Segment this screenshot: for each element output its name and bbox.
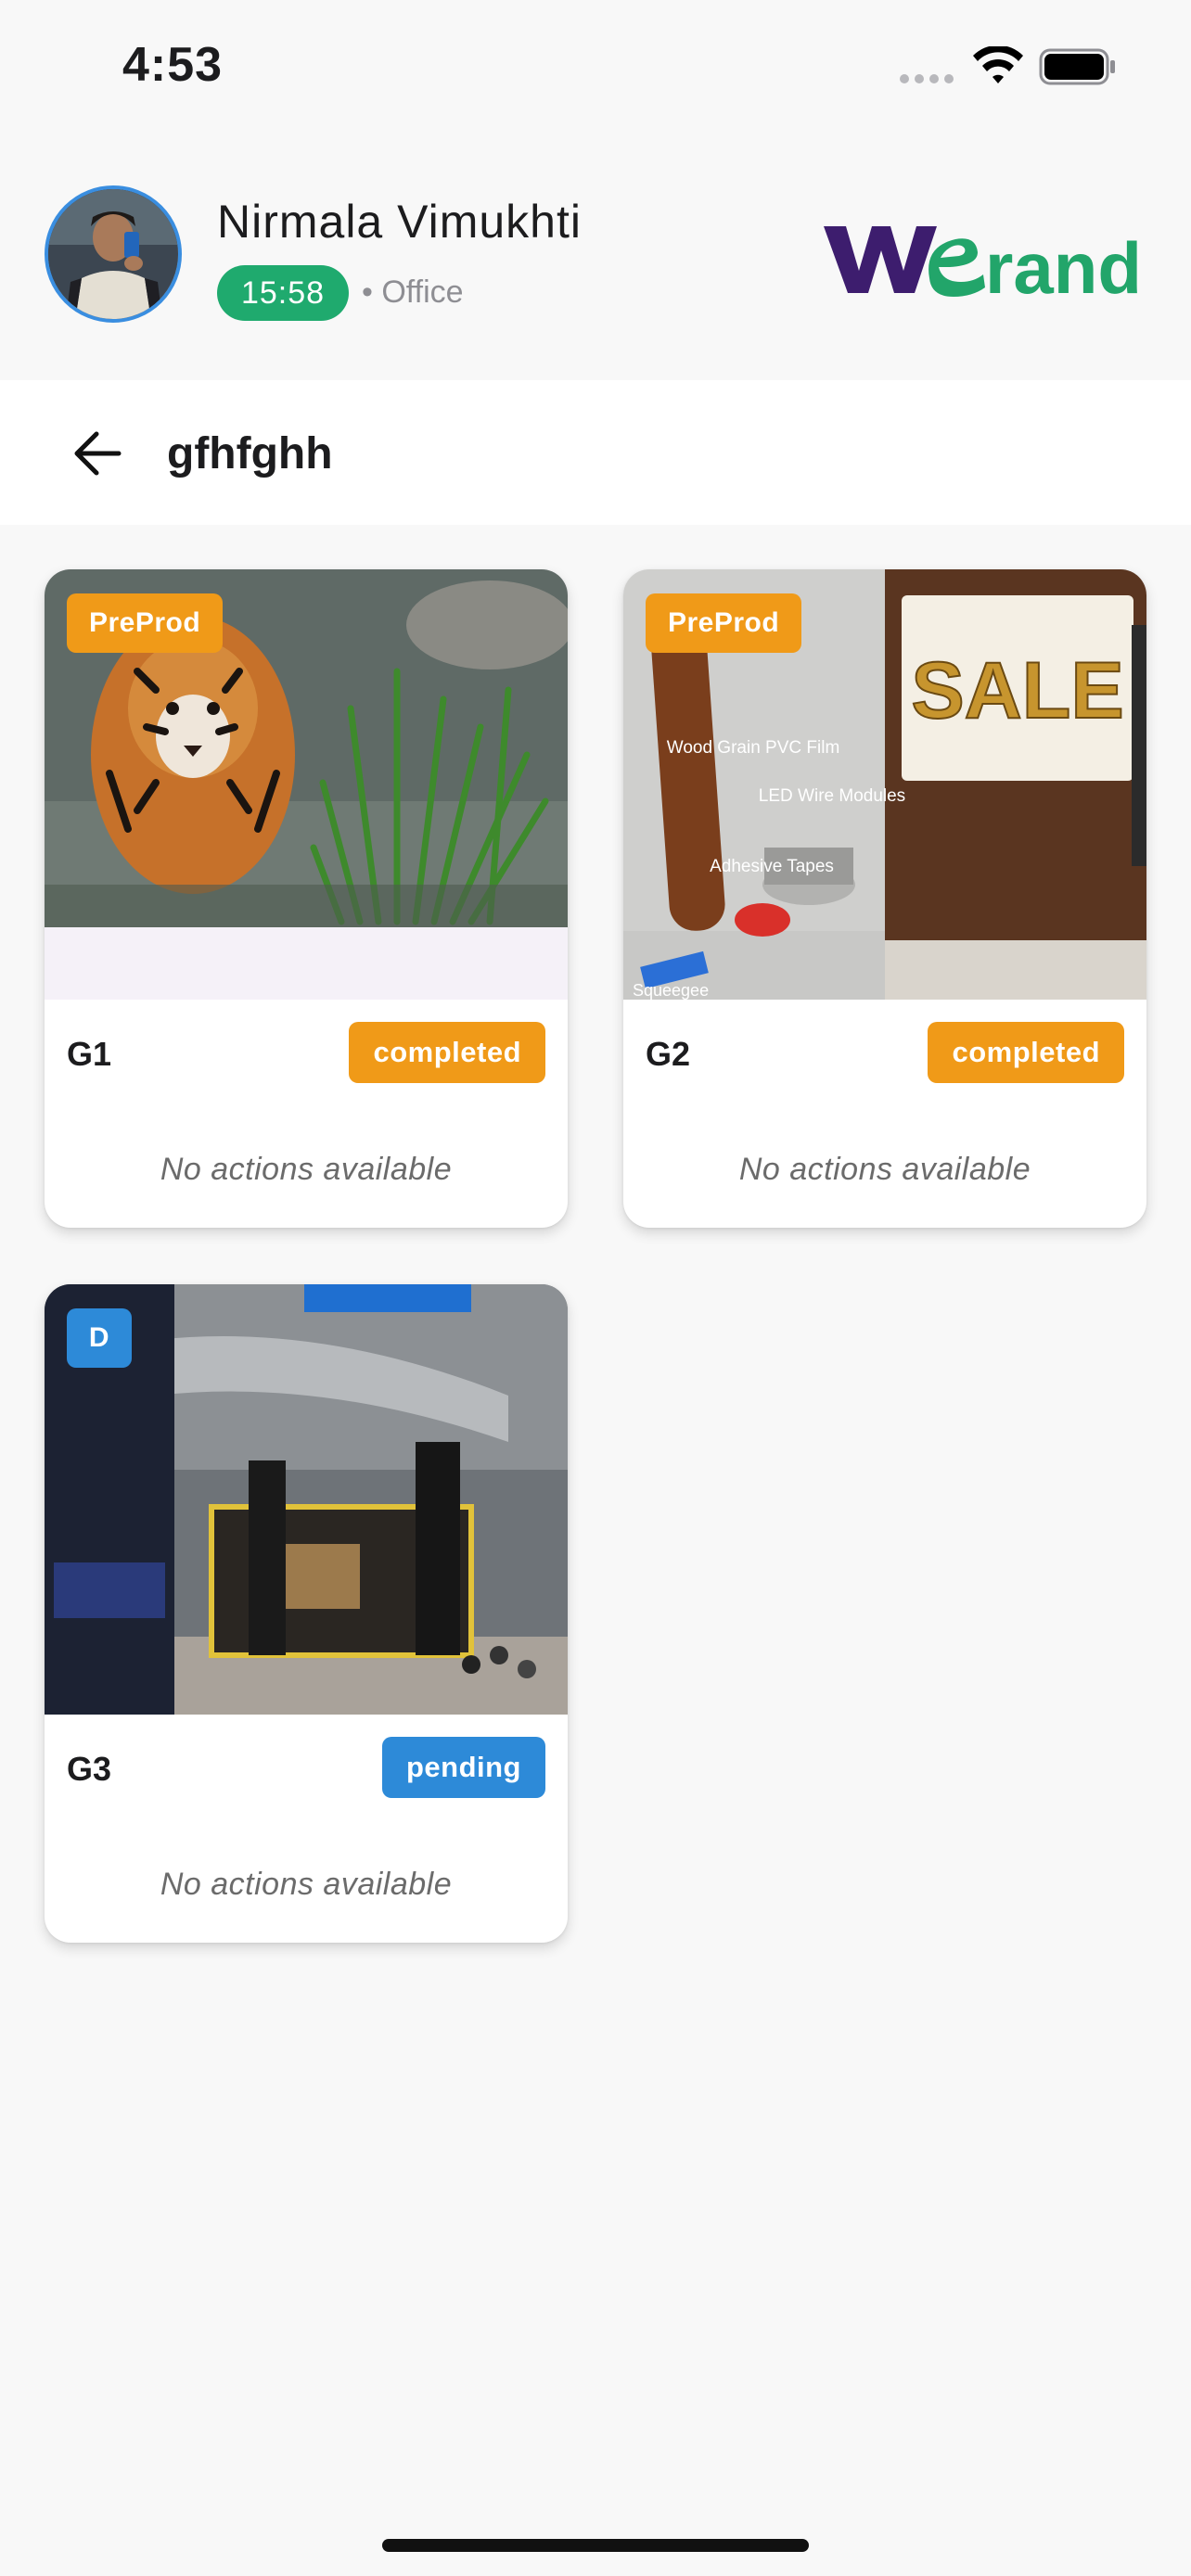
material-label-tapes: Adhesive Tapes <box>710 857 834 876</box>
job-card-g3[interactable]: D G3 pending No actions available <box>45 1284 568 1943</box>
app-bar: gfhfghh <box>0 380 1191 525</box>
page-title: gfhfghh <box>167 429 333 478</box>
material-label-pvc: Wood Grain PVC Film <box>667 738 840 758</box>
work-time-pill: 15:58 <box>217 265 349 321</box>
job-card-g1[interactable]: PreProd G1 completed No actions availabl… <box>45 569 568 1228</box>
stage-badge: D <box>67 1308 132 1368</box>
stage-badge: PreProd <box>67 593 224 653</box>
status-bar: 4:53 <box>0 0 1191 139</box>
back-button[interactable] <box>65 421 130 486</box>
material-label-led: LED Wire Modules <box>759 786 905 806</box>
no-actions-text: No actions available <box>160 1152 453 1187</box>
status-chip: completed <box>349 1022 545 1083</box>
work-location: • Office <box>362 274 464 310</box>
wifi-icon <box>973 46 1023 83</box>
svg-text:rand: rand <box>985 227 1142 308</box>
home-indicator[interactable] <box>382 2539 809 2552</box>
status-chip: completed <box>928 1022 1124 1083</box>
sale-sign-text: SALE <box>911 646 1123 735</box>
battery-icon <box>1039 48 1115 85</box>
card-title: G1 <box>67 1035 112 1073</box>
cellular-signal-icon <box>900 74 954 83</box>
profile-header: Nirmala Vimukhti 15:58 • Office rand <box>0 139 1191 380</box>
arrow-left-icon <box>74 431 122 476</box>
brand-logo: rand <box>824 226 1142 308</box>
material-label-squeegee: Squeegee <box>633 981 709 1000</box>
job-card-g2[interactable]: SALE Wood Grain PVC Film LED Wire Module… <box>623 569 1146 1228</box>
user-name: Nirmala Vimukhti <box>217 196 582 248</box>
avatar[interactable] <box>45 185 182 323</box>
status-time: 4:53 <box>122 38 224 92</box>
card-title: G2 <box>646 1035 691 1073</box>
no-actions-text: No actions available <box>738 1152 1031 1187</box>
card-title: G3 <box>67 1750 112 1788</box>
no-actions-text: No actions available <box>160 1867 453 1902</box>
stage-badge: PreProd <box>646 593 802 653</box>
status-chip: pending <box>381 1737 545 1798</box>
